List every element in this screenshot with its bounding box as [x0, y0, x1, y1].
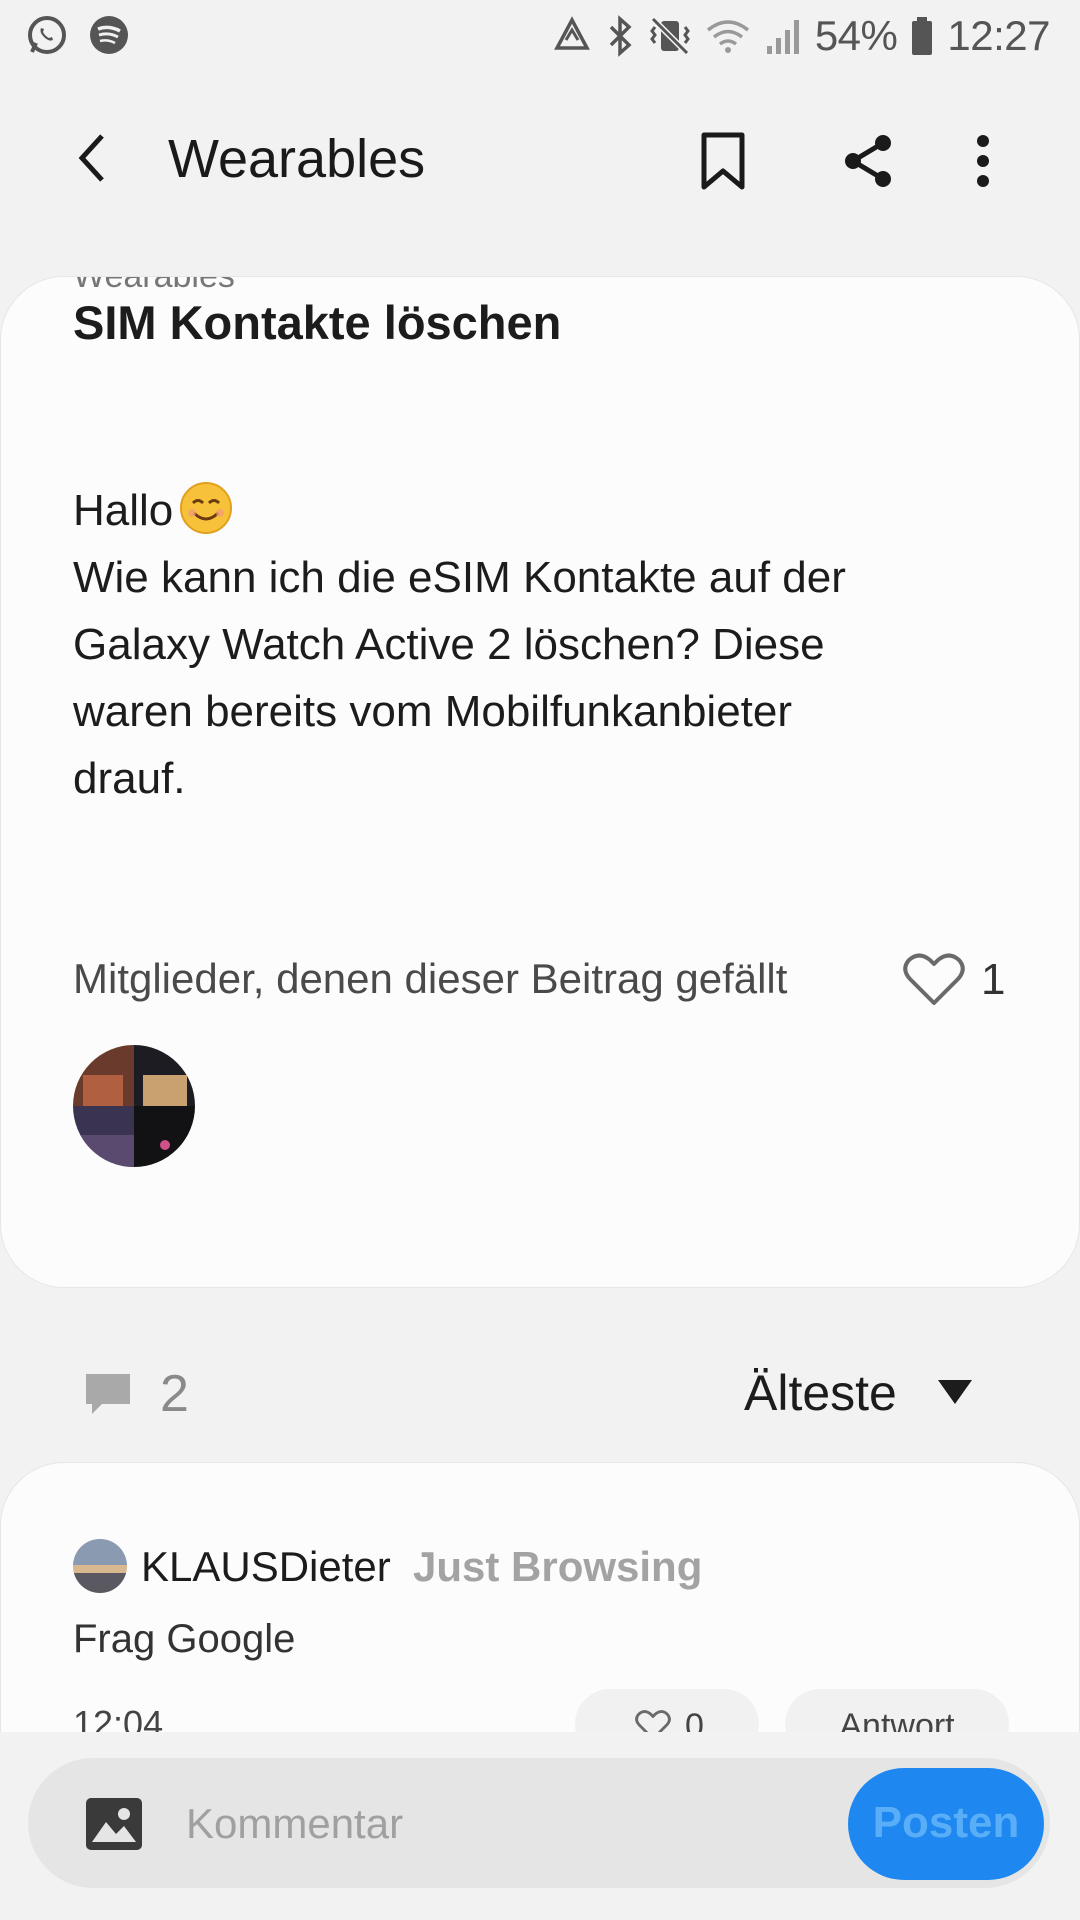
back-button[interactable]: [62, 128, 122, 188]
comment-composer: Posten: [0, 1732, 1080, 1920]
battery-percent: 54%: [814, 12, 898, 59]
commenter-name[interactable]: KLAUSDieter: [141, 1543, 391, 1591]
post-body-line: Wie kann ich die eSIM Kontakte auf der: [73, 553, 846, 602]
post-body-line: waren bereits vom Mobilfunkanbieter: [73, 687, 793, 736]
sort-dropdown[interactable]: Älteste: [744, 1364, 897, 1422]
liker-avatar[interactable]: [73, 1045, 195, 1167]
share-icon: [845, 135, 891, 187]
vibrate-icon: [649, 15, 691, 57]
status-bar: 54% 12:27: [0, 0, 1080, 72]
recycle-icon: [553, 16, 591, 56]
commenter-rank: Just Browsing: [413, 1543, 703, 1590]
post-body: Hallo Wie kann ich die eSIM Kontakte auf…: [73, 477, 973, 812]
whatsapp-icon: [26, 14, 68, 56]
share-button[interactable]: [836, 126, 902, 196]
avatar[interactable]: [73, 1539, 127, 1593]
comment-count: 2: [160, 1365, 189, 1423]
battery-icon: [911, 16, 933, 56]
comment-text: Frag Google: [73, 1617, 296, 1661]
post-body-line: Galaxy Watch Active 2 löschen? Diese: [73, 620, 825, 669]
bookmark-icon: [701, 132, 745, 190]
clock: 12:27: [947, 12, 1050, 59]
comment-input[interactable]: [186, 1784, 806, 1864]
heart-icon[interactable]: [903, 951, 965, 1007]
like-count: 1: [981, 955, 1006, 1004]
chevron-left-icon: [78, 134, 104, 182]
post-category[interactable]: Wearables: [73, 277, 235, 296]
more-vertical-icon: [977, 135, 989, 187]
post-card: Wearables SIM Kontakte löschen Hallo Wie…: [0, 276, 1080, 1288]
post-button[interactable]: Posten: [848, 1768, 1044, 1880]
comment-icon: [86, 1374, 130, 1414]
likes-label[interactable]: Mitglieder, denen dieser Beitrag gefällt: [73, 955, 787, 1003]
signal-icon: [765, 16, 801, 56]
spotify-icon: [88, 14, 130, 56]
post-body-line: Hallo: [73, 477, 973, 544]
post-body-line: drauf.: [73, 754, 186, 803]
bluetooth-icon: [605, 15, 635, 57]
image-icon[interactable]: [84, 1794, 144, 1854]
comments-header: 2 Älteste: [0, 1340, 1080, 1450]
page-title: Wearables: [168, 129, 426, 189]
bookmark-button[interactable]: [690, 126, 756, 196]
dropdown-arrow-icon[interactable]: [938, 1380, 972, 1406]
post-button-label: Posten: [872, 1798, 1020, 1847]
wifi-icon: [705, 16, 751, 56]
likes-row: Mitglieder, denen dieser Beitrag gefällt…: [73, 941, 1013, 1021]
smiling-face-emoji: [179, 481, 233, 535]
more-options-button[interactable]: [958, 126, 1008, 196]
post-title: SIM Kontakte löschen: [73, 296, 562, 349]
app-bar: Wearables: [0, 100, 1080, 220]
